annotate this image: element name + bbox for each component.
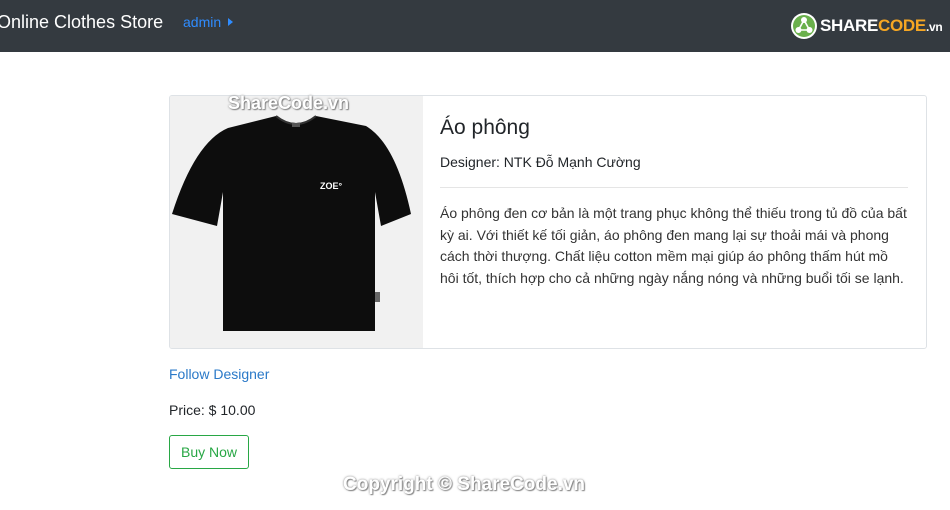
designer-name: Designer: NTK Đỗ Mạnh Cường: [440, 154, 641, 170]
caret-right-icon[interactable]: [228, 18, 234, 26]
tshirt-image: ZOE°: [170, 96, 423, 348]
follow-designer-link[interactable]: Follow Designer: [169, 366, 269, 382]
user-name[interactable]: admin: [183, 14, 221, 30]
divider: [440, 187, 908, 188]
product-image: ZOE°: [170, 96, 423, 348]
watermark-bottom: Copyright © ShareCode.vn: [343, 474, 586, 495]
logo-text-share: SHARE: [820, 16, 879, 35]
logo-text-domain: .vn: [925, 20, 943, 34]
logo-text: SHARECODE.vn: [820, 16, 943, 36]
tshirt-print-label: ZOE°: [320, 181, 343, 191]
product-title: Áo phông: [440, 116, 530, 139]
logo-text-code: CODE: [878, 16, 926, 35]
buy-now-button[interactable]: Buy Now: [169, 435, 249, 469]
top-navbar: Online Clothes Store admin SHARECODE.vn: [0, 0, 950, 52]
product-price: Price: $ 10.00: [169, 402, 256, 418]
brand-title[interactable]: Online Clothes Store: [0, 12, 163, 33]
sharecode-logo: SHARECODE.vn: [790, 12, 943, 40]
sharecode-logo-icon: [791, 13, 817, 39]
user-menu[interactable]: admin: [183, 14, 234, 30]
watermark-top: ShareCode.vn: [228, 93, 350, 113]
product-card: ZOE° Áo phông Designer: NTK Đỗ Mạnh Cườn…: [169, 95, 927, 349]
product-description: Áo phông đen cơ bản là một trang phục kh…: [440, 205, 907, 286]
